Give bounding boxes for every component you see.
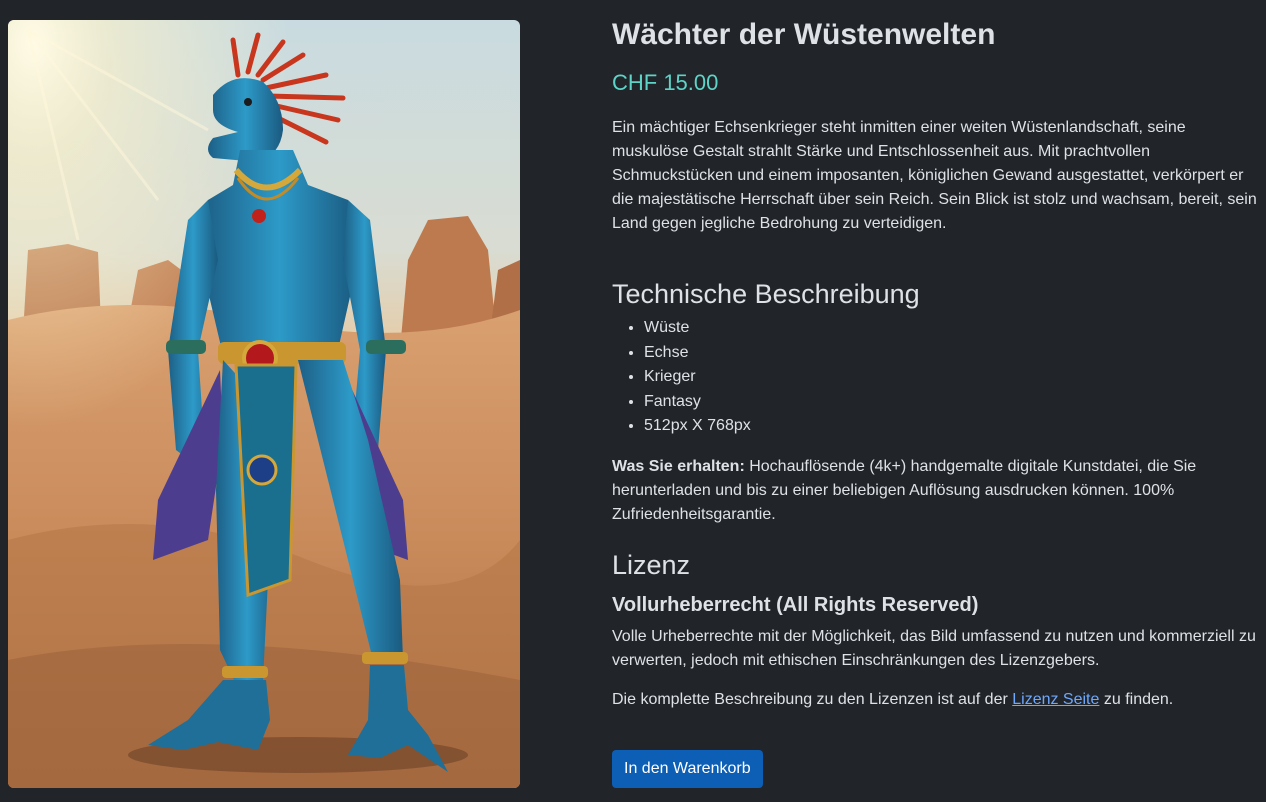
license-page-link[interactable]: Lizenz Seite xyxy=(1012,691,1099,708)
license-description: Volle Urheberrechte mit der Möglichkeit,… xyxy=(612,627,1256,669)
technical-heading: Technische Beschreibung xyxy=(612,279,920,309)
license-heading: Lizenz xyxy=(612,549,691,580)
product-info: Wächter der Wüstenwelten CHF 15.00 Ein m… xyxy=(612,14,1260,788)
license-name: Vollurheberrecht (All Rights Reserved) xyxy=(612,593,979,616)
product-description: Ein mächtiger Echsenkrieger steht inmitt… xyxy=(612,119,1257,232)
what-you-get: Was Sie erhalten: Hochauflösende (4k+) h… xyxy=(612,455,1260,527)
product-title: Wächter der Wüstenwelten xyxy=(612,18,996,51)
what-you-get-label: Was Sie erhalten: xyxy=(612,457,745,475)
tag-item: 512px X 768px xyxy=(644,414,1260,439)
license-note-before: Die komplette Beschreibung zu den Lizenz… xyxy=(612,690,1013,708)
license-note-after: zu finden. xyxy=(1099,690,1174,708)
tag-list: Wüste Echse Krieger Fantasy 512px X 768p… xyxy=(612,316,1260,439)
tag-item: Wüste xyxy=(644,316,1260,341)
tag-item: Echse xyxy=(644,341,1260,366)
product-image xyxy=(8,20,520,788)
license-note: Die komplette Beschreibung zu den Lizenz… xyxy=(612,688,1260,712)
tag-item: Fantasy xyxy=(644,390,1260,415)
product-price: CHF 15.00 xyxy=(612,70,719,95)
add-to-cart-button[interactable]: In den Warenkorb xyxy=(612,749,763,788)
tag-item: Krieger xyxy=(644,365,1260,390)
